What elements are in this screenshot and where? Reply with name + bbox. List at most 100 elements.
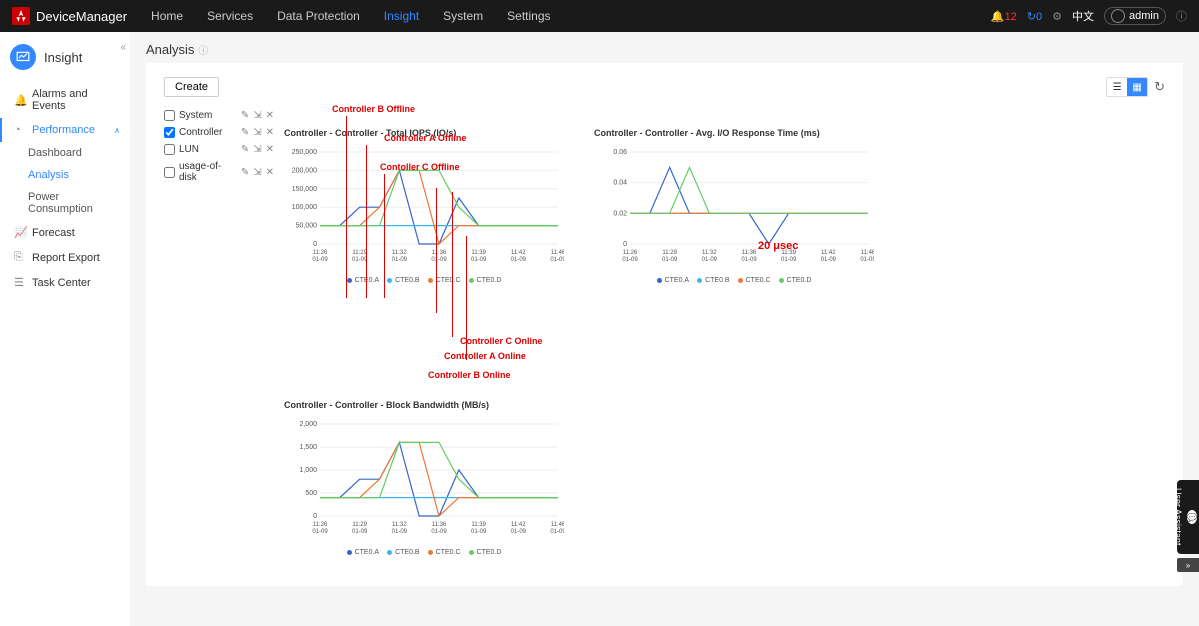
- legend-item[interactable]: CTE0.C: [428, 549, 461, 556]
- svg-text:01-09: 01-09: [781, 257, 797, 263]
- svg-text:0: 0: [313, 513, 317, 520]
- svg-text:11:46: 11:46: [551, 522, 564, 528]
- sidebar-item-task-center[interactable]: ☰Task Center: [0, 270, 130, 295]
- sync-icon[interactable]: ↻0: [1027, 10, 1042, 23]
- svg-text:01-09: 01-09: [431, 529, 447, 535]
- legend-item[interactable]: CTE0.D: [779, 277, 812, 284]
- sidebar-title: Insight: [44, 50, 82, 65]
- legend-dot-icon: [469, 550, 474, 555]
- alarm-icon[interactable]: 🔔12: [991, 10, 1017, 23]
- chart-cell-1: Controller - Controller - Avg. I/O Respo…: [594, 128, 874, 284]
- legend-dot-icon: [697, 278, 702, 283]
- legend-item[interactable]: CTE0.A: [347, 277, 380, 284]
- chart-legend: CTE0.A CTE0.B CTE0.C CTE0.D: [284, 549, 564, 556]
- sidebar-item-forecast[interactable]: 📈Forecast: [0, 220, 130, 245]
- close-icon[interactable]: ✕: [266, 127, 274, 138]
- tab-system[interactable]: System ✎ ⇲ ✕: [164, 107, 274, 124]
- svg-text:2,000: 2,000: [299, 421, 317, 428]
- legend-item[interactable]: CTE0.A: [657, 277, 690, 284]
- svg-text:01-09: 01-09: [392, 257, 408, 263]
- charts-grid: Controller - Controller - Total IOPS (IO…: [284, 128, 1165, 556]
- tab-checkbox[interactable]: [164, 127, 175, 138]
- svg-text:01-09: 01-09: [702, 257, 718, 263]
- sidebar-sub-power-consumption[interactable]: Power Consumption: [0, 186, 130, 220]
- edit-icon[interactable]: ✎: [241, 144, 249, 155]
- legend-item[interactable]: CTE0.B: [387, 277, 420, 284]
- legend-item[interactable]: CTE0.D: [469, 277, 502, 284]
- sidebar-item-label: Forecast: [32, 227, 75, 239]
- nav-item-services[interactable]: Services: [207, 1, 253, 31]
- grid-view-button[interactable]: ▦: [1127, 78, 1147, 96]
- expand-icon[interactable]: ⇲: [253, 110, 261, 121]
- close-icon[interactable]: ✕: [266, 167, 274, 178]
- chart-svg: 050,000100,000150,000200,000250,00011:26…: [284, 142, 564, 272]
- sidebar-sub-analysis[interactable]: Analysis: [0, 164, 130, 186]
- legend-item[interactable]: CTE0.C: [428, 277, 461, 284]
- chart-cell-2: Controller - Controller - Block Bandwidt…: [284, 400, 564, 556]
- svg-text:0.04: 0.04: [613, 180, 627, 187]
- svg-text:11:26: 11:26: [623, 250, 638, 256]
- refresh-icon[interactable]: ↻: [1154, 79, 1165, 95]
- list-view-button[interactable]: ☰: [1107, 78, 1127, 96]
- legend-dot-icon: [469, 278, 474, 283]
- chat-icon: 💬: [1187, 510, 1197, 524]
- nav-item-insight[interactable]: Insight: [384, 1, 419, 31]
- legend-dot-icon: [779, 278, 784, 283]
- tab-checkbox[interactable]: [164, 167, 175, 178]
- svg-text:11:39: 11:39: [781, 250, 796, 256]
- expand-icon[interactable]: ⇲: [253, 167, 261, 178]
- tab-lun[interactable]: LUN✎⇲✕: [164, 141, 274, 158]
- edit-icon[interactable]: ✎: [241, 127, 249, 138]
- main-content: Analysis ⓘ Create System✎⇲✕Controller✎⇲✕…: [130, 32, 1199, 626]
- sidebar-item-report-export[interactable]: ⎘Report Export: [0, 245, 130, 270]
- settings-icon[interactable]: ⚙: [1052, 10, 1062, 23]
- user-assistant-tab[interactable]: 💬 User Assistant: [1177, 480, 1199, 554]
- legend-item[interactable]: CTE0.B: [387, 549, 420, 556]
- nav-item-home[interactable]: Home: [151, 1, 183, 31]
- legend-item[interactable]: CTE0.D: [469, 549, 502, 556]
- tab-controller[interactable]: Controller✎⇲✕: [164, 124, 274, 141]
- legend-dot-icon: [387, 278, 392, 283]
- tab-checkbox[interactable]: [164, 110, 175, 121]
- user-assistant-expand[interactable]: »: [1177, 558, 1199, 572]
- info-icon[interactable]: ⓘ: [198, 42, 208, 57]
- legend-item[interactable]: CTE0.B: [697, 277, 730, 284]
- legend-item[interactable]: CTE0.A: [347, 549, 380, 556]
- chart-cell-0: Controller - Controller - Total IOPS (IO…: [284, 128, 564, 284]
- nav-item-system[interactable]: System: [443, 1, 483, 31]
- svg-text:01-09: 01-09: [821, 257, 837, 263]
- legend-label: CTE0.B: [395, 277, 420, 284]
- expand-icon[interactable]: ⇲: [253, 127, 261, 138]
- tab-checkbox[interactable]: [164, 144, 175, 155]
- create-button[interactable]: Create: [164, 77, 219, 97]
- sidebar-item-performance[interactable]: ◔Performance∧: [0, 118, 130, 142]
- svg-text:11:39: 11:39: [471, 522, 486, 528]
- close-icon[interactable]: ✕: [266, 144, 274, 155]
- legend-dot-icon: [347, 550, 352, 555]
- legend-dot-icon: [347, 278, 352, 283]
- help-icon[interactable]: ⓘ: [1176, 8, 1187, 24]
- svg-text:01-09: 01-09: [352, 257, 368, 263]
- tab-label: System: [179, 110, 212, 121]
- chart-title: Controller - Controller - Total IOPS (IO…: [284, 128, 564, 138]
- tachometer-icon: ◔: [14, 124, 26, 136]
- user-menu[interactable]: admin: [1104, 7, 1166, 25]
- edit-icon[interactable]: ✎: [241, 167, 249, 178]
- sidebar-item-alarms-and-events[interactable]: 🔔Alarms and Events: [0, 82, 130, 118]
- legend-item[interactable]: CTE0.C: [738, 277, 771, 284]
- edit-icon[interactable]: ✎: [241, 110, 249, 121]
- logo[interactable]: DeviceManager: [12, 7, 127, 25]
- legend-label: CTE0.C: [436, 277, 461, 284]
- language-label[interactable]: 中文: [1072, 8, 1094, 24]
- nav-item-settings[interactable]: Settings: [507, 1, 550, 31]
- sidebar-sub-dashboard[interactable]: Dashboard: [0, 142, 130, 164]
- close-icon[interactable]: ✕: [266, 110, 274, 121]
- user-assistant-label: User Assistant: [1173, 488, 1183, 546]
- svg-text:01-09: 01-09: [312, 529, 328, 535]
- nav-item-data-protection[interactable]: Data Protection: [277, 1, 360, 31]
- chart-title: Controller - Controller - Block Bandwidt…: [284, 400, 564, 410]
- sidebar-collapse-handle[interactable]: «: [120, 42, 126, 53]
- expand-icon[interactable]: ⇲: [253, 144, 261, 155]
- tab-usage-of-disk[interactable]: usage-of-disk✎⇲✕: [164, 158, 274, 186]
- svg-text:11:32: 11:32: [392, 522, 407, 528]
